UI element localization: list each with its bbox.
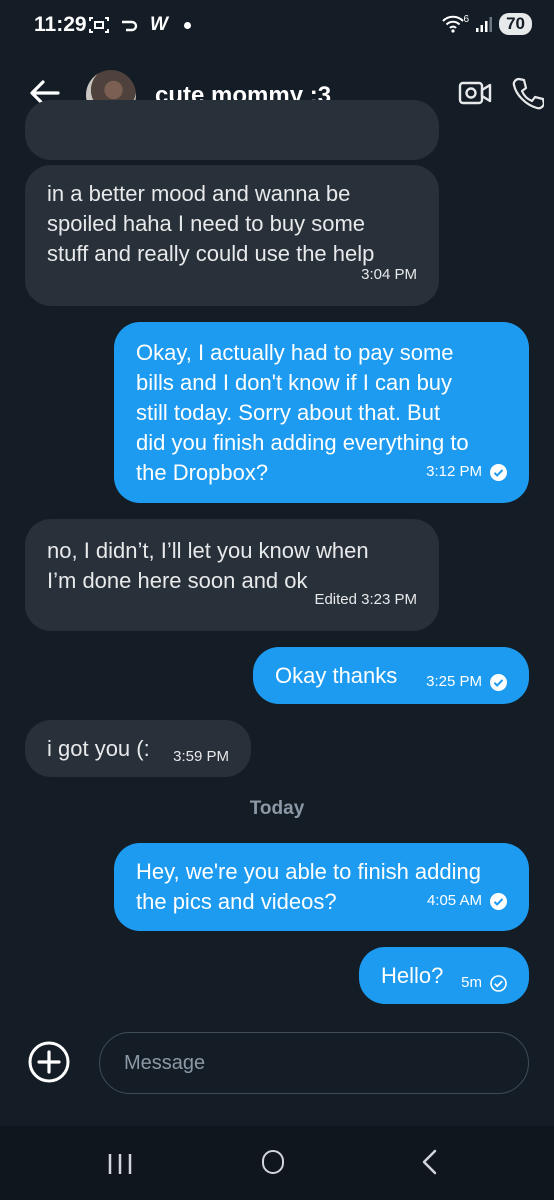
screenshot-icon: [89, 17, 109, 33]
system-icons: 6 70: [441, 13, 532, 35]
message-time: 3:59 PM: [173, 748, 229, 765]
status-bar: 11:29 W 6 70: [0, 0, 554, 56]
message-text: Okay thanks: [275, 662, 398, 688]
phone-call-icon[interactable]: [512, 76, 544, 110]
message-time: 3:12 PM: [426, 463, 482, 480]
message-input[interactable]: Message: [99, 1032, 529, 1094]
message-bubble-outgoing[interactable]: Hello? 5m: [359, 947, 529, 1004]
message-text: in a better mood and wanna be spoiled ha…: [47, 181, 375, 266]
message-time: 4:05 AM: [426, 892, 482, 909]
message-bubble-outgoing[interactable]: Okay thanks 3:25 PM: [253, 647, 529, 704]
message-text: i got you (:: [47, 735, 150, 761]
video-call-icon[interactable]: [458, 78, 492, 108]
message-bubble-outgoing[interactable]: Okay, I actually had to pay some bills a…: [114, 322, 529, 503]
message-text: Hello?: [381, 962, 444, 988]
message-meta: 4:05 AM: [427, 886, 507, 916]
link-icon: [122, 20, 138, 32]
read-check-icon: [490, 892, 507, 910]
message-bubble-outgoing[interactable]: Hey, we're you able to finish adding the…: [114, 843, 529, 931]
message-time: 5m: [461, 974, 482, 991]
message-time: 3:04 PM: [361, 266, 417, 283]
message-meta: 5m: [461, 968, 507, 998]
recent-apps-icon[interactable]: [107, 1152, 133, 1176]
message-bubble-incoming[interactable]: in a better mood and wanna be spoiled ha…: [25, 165, 439, 306]
message-bubble-incoming[interactable]: i got you (: 3:59 PM: [25, 720, 251, 777]
network-type: 6: [463, 13, 470, 25]
more-notifications-dot: [183, 21, 191, 29]
message-meta: 3:59 PM: [173, 742, 229, 772]
message-input-placeholder: Message: [124, 1051, 206, 1074]
signal-icon: [476, 17, 493, 32]
message-meta: Edited 3:23 PM: [314, 585, 417, 615]
status-time: 11:29: [34, 13, 87, 36]
sent-check-icon: [490, 974, 507, 992]
message-bubble-incoming[interactable]: no, I didn’t, I’ll let you know when I’m…: [25, 519, 439, 631]
message-time: Edited 3:23 PM: [314, 591, 417, 608]
message-meta: 3:04 PM: [361, 260, 417, 290]
message-meta: 3:25 PM: [426, 667, 507, 697]
message-time: 3:25 PM: [426, 673, 482, 690]
nav-back-icon[interactable]: [420, 1148, 440, 1176]
add-media-icon[interactable]: [27, 1040, 71, 1084]
system-navigation-bar: [0, 1126, 554, 1200]
message-bubble-incoming[interactable]: [25, 100, 439, 160]
date-separator: Today: [249, 798, 305, 819]
battery-indicator: 70: [499, 13, 532, 35]
read-check-icon: [490, 463, 507, 481]
home-icon[interactable]: [262, 1150, 284, 1174]
notification-icons: W: [88, 14, 191, 36]
read-check-icon: [490, 673, 507, 691]
message-meta: 3:12 PM: [426, 457, 507, 487]
app-notification-icon: W: [150, 14, 168, 35]
wifi-icon: [441, 15, 464, 33]
